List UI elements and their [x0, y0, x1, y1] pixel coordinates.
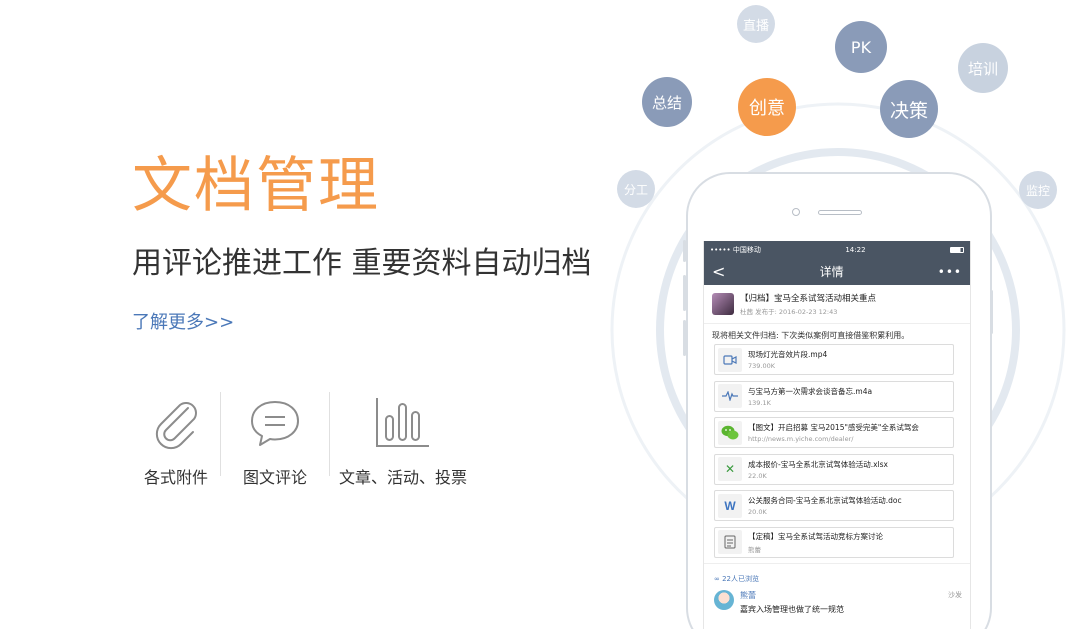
glasses-icon: ∞ [714, 575, 723, 583]
avatar[interactable] [714, 590, 734, 610]
file-name: 现场灯光音效片段.mp4 [748, 350, 828, 359]
phone-side-button [683, 240, 686, 262]
bar-chart-icon [373, 392, 433, 452]
word-icon: W [718, 493, 742, 518]
avatar[interactable] [712, 293, 734, 315]
attachment-item[interactable]: 【图文】开启招募 宝马2015"感受完美"全系试驾会 http://news.m.… [714, 417, 954, 448]
file-link: http://news.m.yiche.com/dealer/ [748, 435, 854, 443]
file-size: 739.00K [748, 362, 776, 370]
carrier-label: ••••• 中国移动 [710, 245, 761, 254]
file-name: 与宝马方第一次需求会谈音备忘.m4a [748, 386, 873, 396]
file-size: 22.0K [748, 471, 767, 480]
post-header: 【归档】宝马全系试驾活动相关重点 杜茜 发布于: 2016-02-23 12:4… [704, 285, 970, 324]
attachment-item[interactable]: 与宝马方第一次需求会谈音备忘.m4a 139.1K [714, 380, 954, 412]
wechat-icon [718, 420, 742, 445]
attachment-item[interactable]: W 公关服务合同-宝马全系北京试驾体验活动.doc 20.0K [714, 490, 954, 521]
chat-bubble-icon [247, 392, 303, 452]
attachment-item[interactable]: ✕ 成本报价-宝马全系北京试驾体验活动.xlsx 22.0K [714, 453, 954, 485]
comment-author[interactable]: 熊蕾 [740, 590, 756, 601]
comment-item: 熊蕾 沙发 嘉宾入场管理也做了统一规范 [704, 586, 970, 615]
file-size: 139.1K [748, 398, 771, 407]
feature-comments: 图文评论 [221, 392, 329, 488]
status-time: 14:22 [845, 245, 866, 254]
comment-text: 嘉宾入场管理也做了统一规范 [740, 605, 844, 614]
paperclip-icon [148, 392, 204, 452]
more-button[interactable]: ••• [938, 265, 962, 279]
back-button[interactable]: < [712, 263, 725, 280]
page-subtitle: 用评论推进工作 重要资料自动归档 [132, 246, 592, 281]
bubble-summary: 总结 [642, 77, 692, 127]
bubble-creative: 创意 [738, 78, 796, 136]
attachment-list: 现场灯光音效片段.mp4 739.00K 与宝马方第一次需求会谈音备忘.m4a 13… [704, 344, 970, 558]
feature-label: 图文评论 [242, 468, 307, 487]
bubble-monitor: 监控 [1019, 171, 1057, 209]
file-name: 成本报价-宝马全系北京试驾体验活动.xlsx [748, 459, 888, 469]
bubble-live: 直播 [737, 5, 775, 43]
file-name: 【图文】开启招募 宝马2015"感受完美"全系试驾会 [748, 423, 919, 432]
phone-screen: ••••• 中国移动 14:22 < 详情 ••• 【归档】宝马全系试驾活动相关… [703, 241, 971, 629]
battery-icon [950, 246, 964, 253]
feature-attachments: 各式附件 [132, 392, 220, 488]
file-name: 【定稿】宝马全系试驾活动竞标方案讨论 [748, 531, 883, 541]
phone-side-button [683, 275, 686, 311]
bubble-division: 分工 [617, 170, 655, 208]
post-title: 【归档】宝马全系试驾活动相关重点 [740, 294, 877, 304]
phone-side-button [990, 290, 993, 334]
document-icon [718, 530, 742, 554]
file-size: 20.0K [748, 508, 767, 516]
feature-list: 各式附件 图文评论 文章、活动、投票 [132, 392, 476, 488]
file-name: 公关服务合同-宝马全系北京试驾体验活动.doc [748, 496, 902, 505]
post-body: 现将相关文件归档: 下次类似案例可直接借鉴积累利用。 [712, 331, 910, 340]
phone-camera [792, 208, 800, 216]
page-title: 文档管理 [132, 151, 380, 221]
status-bar: ••••• 中国移动 14:22 [704, 241, 970, 258]
bubble-training: 培训 [958, 43, 1008, 93]
viewer-count[interactable]: ∞ 22人已浏览 [704, 563, 970, 586]
feature-label: 各式附件 [143, 468, 208, 487]
learn-more-link[interactable]: 了解更多>> [132, 308, 234, 334]
post-meta: 杜茜 发布于: 2016-02-23 12:43 [740, 308, 838, 316]
attachment-item[interactable]: 【定稿】宝马全系试驾活动竞标方案讨论 熊蕾 [714, 526, 954, 558]
bubble-decision: 决策 [880, 80, 938, 138]
bubble-pk: PK [835, 21, 887, 73]
phone-side-button [683, 320, 686, 356]
excel-icon: ✕ [718, 457, 742, 481]
audio-wave-icon [718, 384, 742, 408]
file-author: 熊蕾 [748, 545, 761, 554]
video-icon [718, 347, 742, 372]
feature-articles: 文章、活动、投票 [330, 392, 476, 488]
feature-label: 文章、活动、投票 [338, 468, 467, 487]
nav-title: 详情 [819, 265, 844, 279]
nav-bar: < 详情 ••• [704, 258, 970, 285]
phone-speaker [818, 210, 862, 215]
comment-tag: 沙发 [948, 591, 962, 599]
attachment-item[interactable]: 现场灯光音效片段.mp4 739.00K [714, 344, 954, 375]
